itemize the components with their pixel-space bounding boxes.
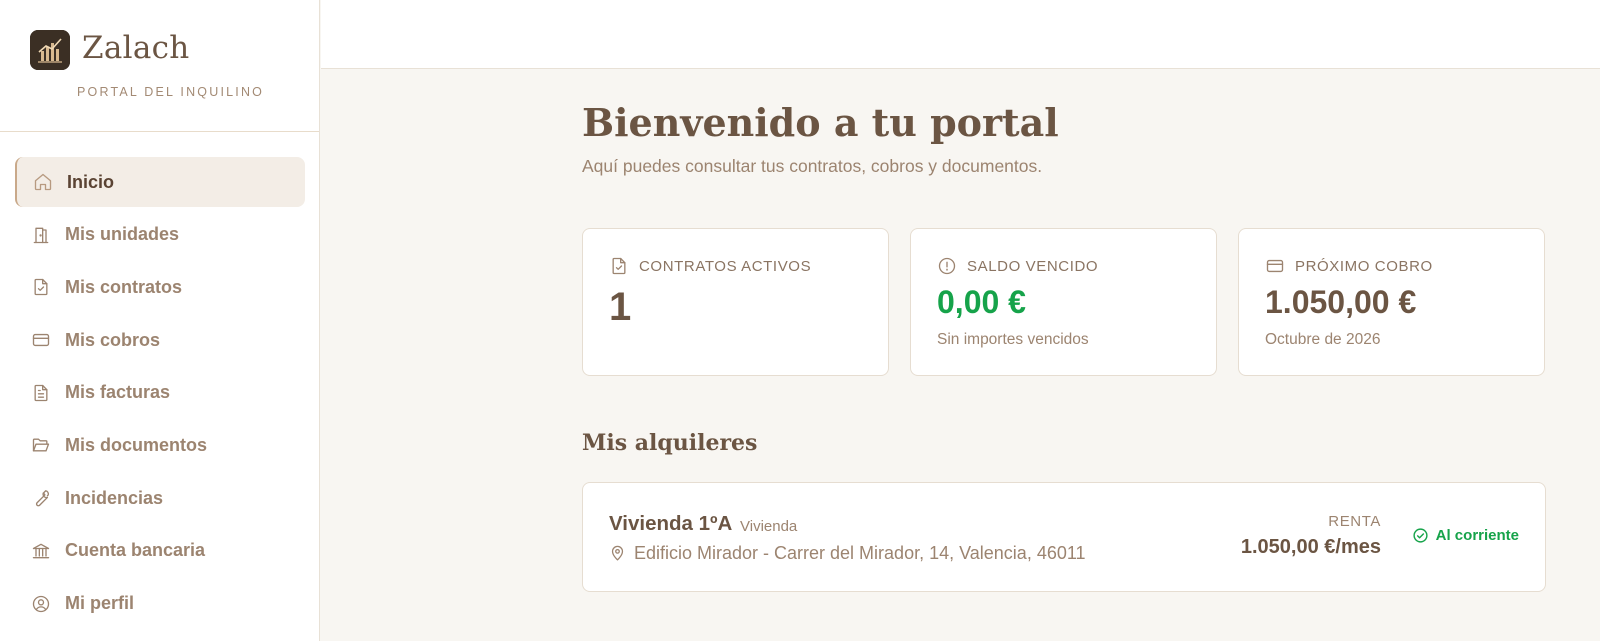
sidebar-item-label: Incidencias [65,487,164,508]
home-icon [32,171,54,193]
sidebar-item-label: Mis unidades [65,224,180,245]
brand-header: Zalach PORTAL DEL INQUILINO [0,0,319,132]
stat-header: PRÓXIMO COBRO [1265,256,1433,276]
stat-label: SALDO VENCIDO [967,257,1099,275]
rental-card[interactable]: Vivienda 1ºA Vivienda Edificio Mirador -… [582,482,1546,592]
sidebar-item-mis-documentos[interactable]: Mis documentos [15,420,305,470]
stat-note: Sin importes vencidos [937,331,1089,348]
stat-value: 1.050,00 € [1265,284,1417,320]
sidebar-item-mis-unidades[interactable]: Mis unidades [15,210,305,260]
page-title: Bienvenido a tu portal [582,100,1059,145]
sidebar-item-label: Mis documentos [65,434,208,455]
brand-subtitle: PORTAL DEL INQUILINO [77,85,265,99]
sidebar-item-cuenta-bancaria[interactable]: Cuenta bancaria [15,526,305,576]
credit-card-icon [1266,259,1284,273]
stat-note: Octubre de 2026 [1265,331,1381,348]
sidebar-item-label: Mis facturas [65,382,171,403]
sidebar-item-label: Mis contratos [65,276,183,297]
sidebar-item-label: Inicio [67,171,115,192]
bank-icon [30,540,52,562]
stat-label: CONTRATOS ACTIVOS [639,257,812,275]
sidebar-item-mis-facturas[interactable]: Mis facturas [15,368,305,418]
sidebar-item-label: Cuenta bancaria [65,540,206,561]
credit-card-icon [30,329,52,351]
user-circle-icon [30,593,52,615]
sidebar-item-mis-contratos[interactable]: Mis contratos [15,262,305,312]
status-badge: Al corriente [1412,527,1519,544]
stat-value: 1 [609,285,632,329]
rent-amount: 1.050,00 €/mes [1240,536,1381,558]
sidebar-item-incidencias[interactable]: Incidencias [15,473,305,523]
rental-type: Vivienda [740,518,798,535]
page-subtitle: Aquí puedes consultar tus contratos, cob… [582,156,1043,176]
sidebar-item-label: Mi perfil [65,593,135,613]
status-text: Al corriente [1435,527,1519,544]
door-icon [30,224,52,246]
brand-name: Zalach [82,30,190,66]
sidebar-item-inicio[interactable]: Inicio [15,157,305,207]
sidebar: Zalach PORTAL DEL INQUILINO Inicio Mis u… [0,0,320,641]
stat-header: SALDO VENCIDO [937,256,1098,276]
stat-value: 0,00 € [937,284,1026,320]
rental-address: Edificio Mirador - Carrer del Mirador, 1… [609,543,1086,564]
stat-card-proximo-cobro: PRÓXIMO COBRO 1.050,00 € Octubre de 2026 [1238,228,1545,376]
section-title-mis-alquileres: Mis alquileres [582,430,758,456]
check-circle-icon [1413,528,1428,543]
logo-icon[interactable] [30,30,70,70]
file-check-icon [612,257,626,275]
sidebar-item-mis-cobros[interactable]: Mis cobros [15,315,305,365]
rent-label: RENTA [1328,513,1381,530]
stat-header: CONTRATOS ACTIVOS [609,256,811,276]
sidebar-item-label: Mis cobros [65,329,161,350]
file-check-icon [30,276,52,298]
sidebar-item-mi-perfil[interactable]: Mi perfil [15,579,305,629]
top-bar [321,0,1600,69]
folder-open-icon [30,434,52,456]
rental-name: Vivienda 1ºA [609,512,733,535]
rental-address-text: Edificio Mirador - Carrer del Mirador, 1… [634,543,1086,563]
alert-circle-icon [938,257,956,275]
wrench-icon [30,487,52,509]
file-text-icon [30,382,52,404]
stat-card-saldo-vencido: SALDO VENCIDO 0,00 € Sin importes vencid… [910,228,1217,376]
stat-card-contratos-activos: CONTRATOS ACTIVOS 1 [582,228,889,376]
stat-label: PRÓXIMO COBRO [1295,257,1433,275]
map-pin-icon [611,545,624,561]
sidebar-nav: Inicio Mis unidades Mis contratos Mis co… [15,157,305,631]
